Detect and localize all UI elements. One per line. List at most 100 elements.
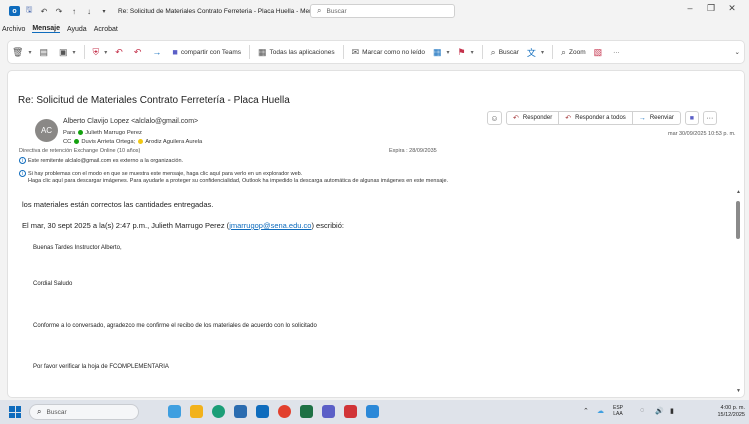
email-link[interactable]: jmarrugop@sena.edu.co	[229, 221, 311, 230]
ribbon-search-button[interactable]: ⌕ Buscar	[491, 47, 519, 58]
redo-icon[interactable]: ↷	[53, 5, 65, 17]
reply-all-icon: ↶	[565, 115, 572, 122]
excel-app-icon[interactable]	[300, 405, 313, 418]
flag-icon: ⚑	[457, 46, 466, 57]
trash-icon: 🗑	[12, 46, 24, 57]
delete-button[interactable]: 🗑 ▾	[12, 47, 31, 58]
search-icon: ⌕	[37, 407, 42, 416]
smiley-icon: ☺	[490, 113, 499, 123]
file-explorer-icon[interactable]	[190, 405, 203, 418]
customize-dropdown-icon[interactable]: ▾	[98, 5, 110, 17]
language-indicator[interactable]: ESP LAA	[613, 405, 623, 417]
all-apps-button[interactable]: ▦ Todas las aplicaciones	[258, 47, 335, 58]
reply-all-icon: ↶	[133, 46, 142, 57]
arrow-down-icon[interactable]: ↓	[83, 5, 95, 17]
word-app-icon[interactable]	[366, 405, 379, 418]
menu-mensaje[interactable]: Mensaje	[32, 25, 60, 33]
taskbar-search-placeholder: Buscar	[46, 408, 67, 416]
move-button[interactable]: ▣ ▾	[59, 47, 76, 58]
search-icon: ⌕	[317, 6, 322, 15]
chrome-browser-icon[interactable]	[278, 405, 291, 418]
presence-icon	[74, 139, 80, 144]
volume-icon[interactable]: 🔊	[655, 407, 664, 415]
archive-button[interactable]: ▤	[39, 47, 51, 58]
forward-button[interactable]: → Reenviar	[633, 112, 680, 124]
move-icon: ▣	[58, 46, 68, 57]
body-line-1: los materiales están correctos las canti…	[22, 200, 214, 209]
menu-archivo[interactable]: Archivo	[2, 26, 25, 33]
recipient-cc-2[interactable]: Arodiz Aguilera Aurela	[145, 139, 202, 145]
download-images-notice[interactable]: Haga clic aquí para descargar imágenes. …	[28, 178, 448, 184]
restore-button[interactable]: ❐	[701, 3, 721, 14]
ribbon-divider	[249, 45, 251, 59]
external-sender-notice: i Este remitente alclalo@gmail.com es ext…	[19, 157, 183, 164]
undo-icon[interactable]: ↶	[38, 5, 50, 17]
menu-ayuda[interactable]: Ayuda	[67, 26, 87, 33]
outlook-icon: o	[9, 6, 20, 16]
scroll-thumb[interactable]	[736, 201, 740, 239]
zoom-label: Zoom	[569, 48, 586, 56]
apps-icon: ▦	[258, 46, 267, 57]
scroll-up-icon[interactable]: ▲	[736, 189, 741, 195]
wifi-icon[interactable]: ◌	[640, 407, 644, 414]
recipient-to[interactable]: Julieth Marrugo Perez	[85, 130, 142, 136]
translate-button[interactable]: 文 ▾	[527, 46, 544, 59]
taskbar: ⌕ Buscar ⌃ ☁ ESP LAA ◌ 🔊 ▮ 4:00 p. m. 15…	[0, 400, 749, 424]
teams-icon: ■	[689, 114, 694, 122]
all-apps-label: Todas las aplicaciones	[269, 48, 335, 56]
ribbon-more-button[interactable]: ···	[613, 49, 620, 56]
reply-all-button[interactable]: ↶ Responder a todos	[559, 112, 633, 124]
cc-line: CC Duvis Arrieta Ortega; Arodiz Aguilera A…	[63, 139, 202, 145]
title-search-box[interactable]: ⌕ Buscar	[310, 4, 455, 18]
emoji-reaction-button[interactable]: ☺	[487, 111, 502, 125]
zoom-icon: ⌕	[560, 46, 566, 57]
share-teams-label: compartir con Teams	[180, 48, 242, 56]
categorize-button[interactable]: ▦ ▾	[433, 47, 450, 58]
reply-button[interactable]: ↶ Responder	[507, 112, 560, 124]
quote-line: Conforme a lo conversado, agradezco me c…	[33, 323, 317, 329]
reply-all-ribbon-button[interactable]: ↶	[134, 47, 145, 58]
windows-start-icon[interactable]	[9, 406, 21, 418]
avatar[interactable]: AC	[35, 119, 58, 142]
menu-acrobat[interactable]: Acrobat	[94, 26, 118, 33]
cloud-icon[interactable]: ☁	[597, 407, 604, 415]
info-icon: i	[19, 170, 26, 177]
more-actions-button[interactable]: ···	[702, 111, 717, 125]
scroll-down-icon[interactable]: ▼	[736, 388, 741, 394]
minimize-button[interactable]: –	[680, 3, 700, 13]
sender[interactable]: Alberto Clavijo Lopez <alclalo@gmail.com…	[63, 118, 198, 125]
save-icon[interactable]: 🖫	[23, 5, 35, 17]
battery-icon[interactable]: ▮	[670, 407, 674, 415]
email-subject: Re: Solicitud de Materiales Contrato Fer…	[18, 95, 290, 106]
store-app-icon[interactable]	[234, 405, 247, 418]
share-teams-button[interactable]: ■ compartir con Teams	[172, 47, 241, 57]
mark-unread-button[interactable]: ✉ Marcar como no leído	[352, 47, 425, 58]
ribbon-collapse-icon[interactable]: ⌄	[735, 48, 740, 56]
teams-app-icon[interactable]	[322, 405, 335, 418]
zoom-button[interactable]: ⌕ Zoom	[561, 47, 586, 58]
taskbar-search[interactable]: ⌕ Buscar	[29, 404, 139, 420]
system-clock[interactable]: 4:00 p. m. 15/12/2025	[703, 405, 745, 419]
scrollbar[interactable]: ▲ ▼	[736, 189, 742, 394]
search-icon: ⌕	[490, 46, 496, 57]
teams-share-button[interactable]: ■	[684, 111, 699, 125]
reply-icon: ↶	[513, 115, 519, 122]
edge-browser-icon[interactable]	[212, 405, 225, 418]
presence-icon	[78, 130, 84, 135]
envelope-icon: ✉	[351, 46, 360, 57]
recipient-cc-1[interactable]: Duvis Arrieta Ortega;	[81, 139, 135, 145]
reply-ribbon-button[interactable]: ↶	[115, 47, 126, 58]
flag-button[interactable]: ⚑ ▾	[458, 47, 474, 58]
info-icon: i	[19, 157, 26, 164]
arrow-up-icon[interactable]: ↑	[68, 5, 80, 17]
outlook-taskbar-icon[interactable]	[256, 405, 269, 418]
widgets-app-icon[interactable]	[168, 405, 181, 418]
report-button[interactable]: ⛨ ▾	[93, 47, 108, 58]
forward-ribbon-button[interactable]: →	[152, 47, 164, 57]
pdf-app-icon[interactable]	[344, 405, 357, 418]
display-problem-notice[interactable]: i Si hay problemas con el modo en que se …	[19, 170, 302, 177]
close-button[interactable]: ✕	[722, 3, 742, 14]
notes-button[interactable]: ▧	[594, 47, 606, 58]
expiry-date: Expira : 28/09/2035	[389, 148, 437, 154]
chevron-up-icon[interactable]: ⌃	[583, 407, 589, 415]
